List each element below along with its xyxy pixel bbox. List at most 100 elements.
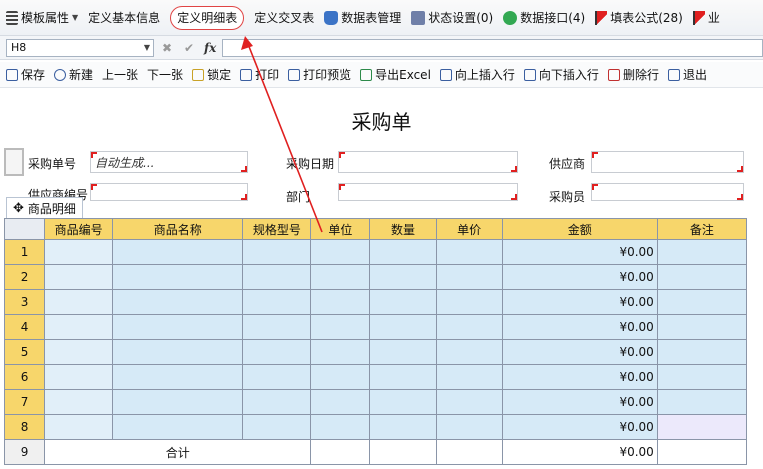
cell[interactable] <box>242 364 312 390</box>
column-header[interactable]: 商品名称 <box>112 218 244 240</box>
cell[interactable] <box>44 289 114 315</box>
column-header[interactable]: 单价 <box>435 218 503 240</box>
amount-cell[interactable]: ¥0.00 <box>501 314 658 340</box>
row-number[interactable]: 1 <box>3 239 46 265</box>
formula-input[interactable] <box>222 38 763 57</box>
amount-cell[interactable]: ¥0.00 <box>501 289 658 315</box>
cell[interactable] <box>112 289 244 315</box>
insert-below-button[interactable]: 向下插入行 <box>523 66 599 83</box>
cell[interactable] <box>44 264 114 290</box>
row-number[interactable]: 5 <box>3 339 46 365</box>
cell[interactable] <box>369 314 437 340</box>
supplier-field[interactable] <box>591 151 744 173</box>
column-header[interactable]: 商品编号 <box>44 218 114 240</box>
cell[interactable] <box>242 239 312 265</box>
cell[interactable] <box>44 389 114 415</box>
cell[interactable] <box>369 264 437 290</box>
column-header[interactable]: 备注 <box>656 218 748 240</box>
cell[interactable] <box>310 389 371 415</box>
define-basic-button[interactable]: 定义基本信息 <box>88 7 160 29</box>
next-button[interactable]: 下一张 <box>147 66 183 83</box>
tab-product-detail[interactable]: ✥ 商品明细 <box>6 197 83 218</box>
template-props-button[interactable]: 模板属性 ▼ <box>6 7 78 29</box>
row-number[interactable]: 7 <box>3 389 46 415</box>
cell[interactable] <box>435 339 503 365</box>
cell[interactable] <box>310 414 371 440</box>
row-number[interactable]: 3 <box>3 289 46 315</box>
cell[interactable] <box>112 414 244 440</box>
column-header[interactable]: 单位 <box>310 218 371 240</box>
cell[interactable] <box>44 314 114 340</box>
delete-row-button[interactable]: 删除行 <box>607 66 659 83</box>
cell[interactable] <box>310 239 371 265</box>
cell[interactable] <box>242 289 312 315</box>
note-cell-selected[interactable] <box>656 414 748 440</box>
cell[interactable] <box>435 314 503 340</box>
cell[interactable] <box>369 364 437 390</box>
cell[interactable] <box>369 414 437 440</box>
cell[interactable] <box>112 239 244 265</box>
function-icon[interactable]: fx <box>204 41 216 55</box>
cell[interactable] <box>369 439 437 465</box>
note-cell[interactable] <box>656 339 748 365</box>
row-number[interactable]: 9 <box>3 439 46 465</box>
confirm-icon[interactable]: ✔ <box>180 41 198 55</box>
export-excel-button[interactable]: 导出Excel <box>360 66 431 83</box>
cell[interactable] <box>435 439 503 465</box>
cell[interactable] <box>112 339 244 365</box>
exit-button[interactable]: 退出 <box>667 66 707 83</box>
cell[interactable] <box>435 389 503 415</box>
order-no-field[interactable]: 自动生成... <box>90 151 248 173</box>
cell[interactable] <box>242 264 312 290</box>
insert-above-button[interactable]: 向上插入行 <box>439 66 515 83</box>
data-table-mgmt-button[interactable]: 数据表管理 <box>324 7 401 29</box>
cell[interactable] <box>310 264 371 290</box>
more-button[interactable]: 业 <box>692 7 720 29</box>
column-header[interactable]: 规格型号 <box>242 218 312 240</box>
cell[interactable] <box>44 414 114 440</box>
cell[interactable] <box>369 289 437 315</box>
note-cell[interactable] <box>656 239 748 265</box>
amount-cell[interactable]: ¥0.00 <box>501 264 658 290</box>
cell[interactable] <box>44 239 114 265</box>
supplier-no-field[interactable] <box>90 183 248 201</box>
note-cell[interactable] <box>656 389 748 415</box>
print-button[interactable]: 打印 <box>240 66 279 83</box>
purchase-date-field[interactable] <box>338 151 518 173</box>
define-detail-button[interactable]: 定义明细表 <box>170 5 245 30</box>
cell[interactable] <box>369 389 437 415</box>
note-cell[interactable] <box>656 364 748 390</box>
row-number[interactable]: 6 <box>3 364 46 390</box>
cell[interactable] <box>310 289 371 315</box>
cell[interactable] <box>435 364 503 390</box>
cell[interactable] <box>369 339 437 365</box>
cell[interactable] <box>310 439 371 465</box>
cell[interactable] <box>435 239 503 265</box>
data-interface-button[interactable]: 数据接口(4) <box>503 7 585 29</box>
lock-button[interactable]: 锁定 <box>192 66 231 83</box>
amount-cell[interactable]: ¥0.00 <box>501 339 658 365</box>
prev-button[interactable]: 上一张 <box>102 66 138 83</box>
buyer-field[interactable] <box>591 183 744 201</box>
state-settings-button[interactable]: 状态设置(0) <box>411 7 493 29</box>
cancel-icon[interactable]: ✖ <box>158 41 176 55</box>
cell[interactable] <box>656 439 748 465</box>
print-preview-button[interactable]: 打印预览 <box>288 66 351 83</box>
cell[interactable] <box>310 339 371 365</box>
cell[interactable] <box>435 414 503 440</box>
cell[interactable] <box>435 264 503 290</box>
cell[interactable] <box>112 264 244 290</box>
column-header[interactable]: 金额 <box>501 218 658 240</box>
cell[interactable] <box>112 389 244 415</box>
amount-cell[interactable]: ¥0.00 <box>501 364 658 390</box>
cell[interactable] <box>435 289 503 315</box>
cell[interactable] <box>242 414 312 440</box>
cell[interactable] <box>112 364 244 390</box>
cell[interactable] <box>112 314 244 340</box>
cell[interactable] <box>242 389 312 415</box>
define-cross-button[interactable]: 定义交叉表 <box>254 7 314 29</box>
cell[interactable] <box>242 314 312 340</box>
fill-formula-button[interactable]: 填表公式(28) <box>595 7 683 29</box>
cell[interactable] <box>242 339 312 365</box>
new-button[interactable]: 新建 <box>54 66 93 83</box>
